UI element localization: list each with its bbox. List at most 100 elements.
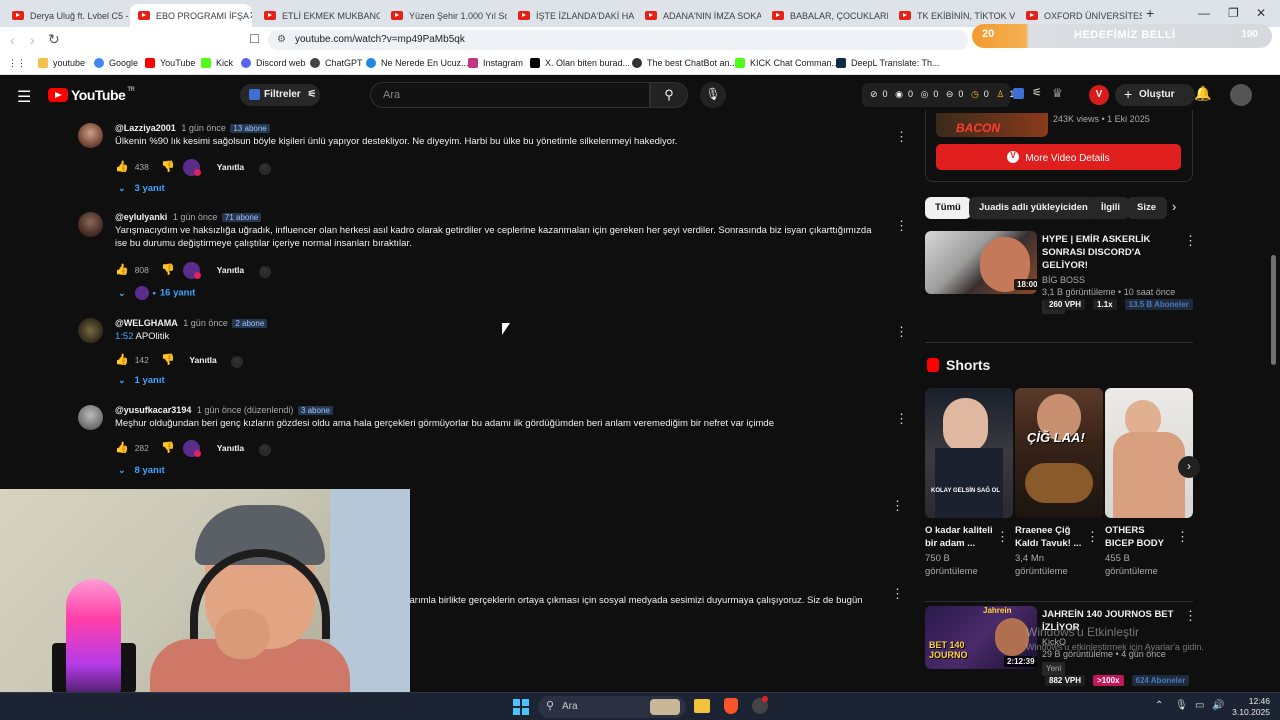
browser-tab[interactable]: İŞTE İZLANDA'DAKİ HAYAT [510,4,634,27]
dislike-icon[interactable]: 👎 [161,354,175,366]
channel-avatar[interactable]: V [1089,85,1109,105]
bookmark-item[interactable]: X. Olan biten burad... [530,58,630,68]
bookmark-item[interactable]: Google [94,58,138,68]
network-icon[interactable]: ▭ [1195,700,1204,711]
bookmark-item[interactable]: ChatGPT [310,58,363,68]
extension-counters[interactable]: ⊘ 0 ◉ 0 ◎ 0 ⊖ 0 ◷ 0 ♙ 1 [862,83,1014,107]
notifications-icon[interactable]: 🔔 [1194,85,1211,102]
bookmark-item[interactable]: youtube [38,58,85,68]
heart-icon[interactable]: ♡ [258,265,271,278]
short-thumbnail[interactable]: KOLAY GELSİN SAĞ OL [925,388,1013,518]
view-replies-button[interactable]: ⌄ • 16 yanıt [118,286,195,300]
bookmark-item[interactable]: Instagram [468,58,523,68]
browser-tab[interactable]: Derya Uluğ ft. Lvbel C5 - Ö [4,4,128,27]
bookmark-item[interactable]: Kick [201,58,233,68]
browser-tab[interactable]: Yüzen Şehir 1.000 Yıl Sonr [383,4,507,27]
shorts-next-button[interactable]: › [1178,456,1200,478]
video-timestamp-link[interactable]: 1:52 [115,331,134,342]
bookmark-item[interactable]: The best ChatBot an... [632,58,737,68]
profile-avatar[interactable] [1230,84,1252,106]
chevron-up-icon[interactable]: ⌃ [1155,700,1163,711]
brave-browser-icon[interactable] [724,698,738,714]
comment-author[interactable]: @yusufkacar3194 [115,405,191,415]
comment-time[interactable]: 1 gün önce [173,212,218,222]
reply-button[interactable]: Yanıtla [217,443,244,453]
comment-menu-icon[interactable]: ⋮ [895,324,908,340]
apps-icon[interactable]: ⋮⋮ [8,58,26,69]
taskbar-search[interactable]: ⚲ Ara [538,696,686,718]
scrollbar[interactable] [1271,255,1276,365]
avatar[interactable] [78,212,103,237]
menu-icon[interactable]: ☰ [17,87,31,107]
bookmark-item[interactable]: Ne Nerede En Ucuz... [366,58,469,68]
create-button[interactable]: + Oluştur [1115,84,1195,106]
voice-search-button[interactable]: 🎙 [700,82,726,108]
filters-button[interactable]: Filtreler ⚟ [240,84,320,106]
bookmark-item[interactable]: Discord web [241,58,306,68]
video-title[interactable]: HYPE | EMİR ASKERLİK SONRASI DISCORD'A G… [1042,233,1177,272]
chip-from-uploader[interactable]: Juadis adlı yükleyiciden [969,197,1098,219]
chip-related[interactable]: İlgili [1091,197,1130,219]
windows-start-icon[interactable] [513,699,529,715]
site-info-icon[interactable]: ⚙ [277,34,286,45]
comment-author[interactable]: @WELGHAMA [115,318,178,328]
comment-time[interactable]: 1 gün önce [183,318,228,328]
forward-icon[interactable]: › [30,32,35,48]
comment-time[interactable]: 1 gün önce [181,123,226,133]
like-icon[interactable]: 👍 [115,161,129,173]
browser-tab[interactable]: ETLİ EKMEK MUKBANG // [256,4,380,27]
maximize-icon[interactable]: ❐ [1228,6,1239,20]
search-button[interactable]: ⚲ [650,82,688,108]
short-thumbnail[interactable] [1105,388,1193,518]
video-menu-icon[interactable]: ⋮ [1184,608,1197,624]
trophy-icon[interactable]: ♕ [1052,86,1063,100]
reply-button[interactable]: Yanıtla [217,265,244,275]
short-thumbnail[interactable]: ÇİĞ LAA! [1015,388,1103,518]
comment-menu-icon[interactable]: ⋮ [895,129,908,145]
avatar[interactable] [78,318,103,343]
short-title[interactable]: Rraenee Çiğ Kaldı Tavuk! ... [1015,524,1083,550]
close-window-icon[interactable]: ✕ [1256,6,1266,20]
short-menu-icon[interactable]: ⋮ [1176,529,1189,545]
dislike-icon[interactable]: 👎 [161,442,175,454]
heart-icon[interactable]: ♡ [258,162,271,175]
comment-author[interactable]: @eylulyanki [115,212,167,222]
bookmark-icon[interactable]: ☐ [249,32,260,46]
comment-menu-icon[interactable]: ⋮ [895,411,908,427]
heart-icon[interactable]: ♡ [258,443,271,456]
microphone-icon[interactable]: 🎙 [1175,700,1188,711]
avatar[interactable] [78,123,103,148]
like-icon[interactable]: 👍 [115,354,129,366]
reply-button[interactable]: Yanıtla [189,355,216,365]
short-menu-icon[interactable]: ⋮ [996,529,1009,545]
channel-name[interactable]: BİG BOSS [1042,274,1177,286]
file-explorer-icon[interactable] [694,699,710,713]
heart-icon[interactable]: ♡ [231,356,244,368]
video-thumbnail[interactable]: Jahrein BET 140 JOURNO 2:12:39 [925,606,1037,669]
bookmark-item[interactable]: YouTube [145,58,195,68]
extension-icon[interactable] [1013,88,1024,99]
search-input[interactable]: Ara [370,82,650,108]
bookmark-item[interactable]: DeepL Translate: Th... [836,58,940,68]
dislike-icon[interactable]: 👎 [161,161,175,173]
sliders-icon[interactable]: ⚟ [1032,86,1042,99]
minimize-icon[interactable]: — [1198,6,1210,20]
chip-all[interactable]: Tümü [925,197,971,219]
reply-button[interactable]: Yanıtla [217,162,244,172]
more-video-details-button[interactable]: More Video Details [936,144,1181,170]
comment-menu-icon[interactable]: ⋮ [891,586,904,602]
browser-tab[interactable]: BABALAR, ÇOCUKLARINI [764,4,888,27]
comment-time[interactable]: 1 gün önce (düzenlendi) [197,405,294,415]
dislike-icon[interactable]: 👎 [161,264,175,276]
chip-for-you[interactable]: Size [1127,197,1167,219]
like-icon[interactable]: 👍 [115,264,129,276]
view-replies-button[interactable]: ⌄ 8 yanıt [118,465,165,476]
reload-icon[interactable]: ↻ [48,31,60,48]
comment-author[interactable]: @Lazziya2001 [115,123,176,133]
comment-menu-icon[interactable]: ⋮ [891,498,904,514]
url-field[interactable]: ⚙ youtube.com/watch?v=mp49PaMb5qk [268,30,968,50]
like-icon[interactable]: 👍 [115,442,129,454]
browser-tab[interactable]: ADANA'NIN İMZA SOKAK [637,4,761,27]
avatar[interactable] [78,405,103,430]
comment-menu-icon[interactable]: ⋮ [895,218,908,234]
